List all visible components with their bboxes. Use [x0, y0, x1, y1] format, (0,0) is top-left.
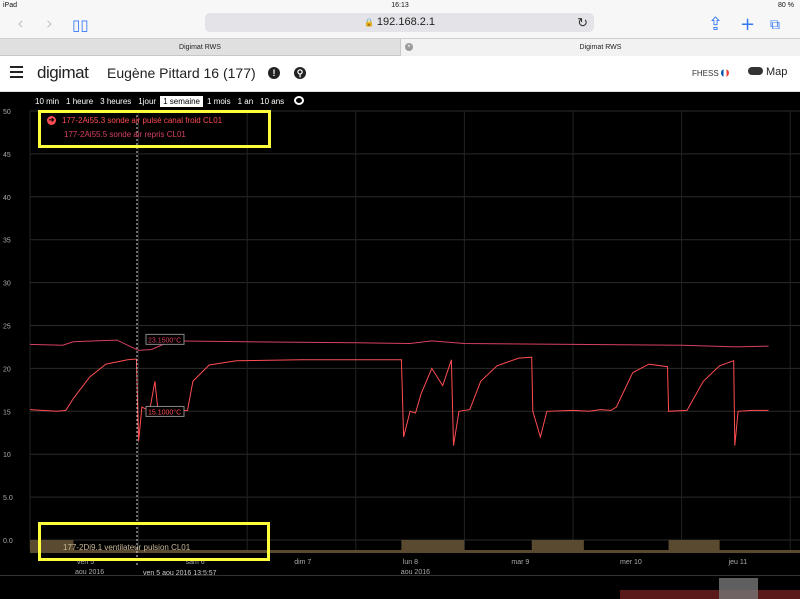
- ios-status-bar: iPad 16:13 80 %: [0, 0, 800, 12]
- y-tick-label: 45: [3, 152, 11, 159]
- alert-icon[interactable]: !: [268, 67, 280, 79]
- tooltip-upper-text: 23.1500°C: [148, 336, 181, 344]
- y-axis: 50 45 40 35 30 25 20 15 10 5.0 0.0: [3, 109, 13, 545]
- fan-on-block: [668, 540, 720, 553]
- range-button[interactable]: 1 semaine: [160, 96, 204, 107]
- y-tick-label: 10: [3, 452, 11, 459]
- range-button[interactable]: 1 heure: [63, 96, 96, 107]
- cloud-icon: [748, 67, 763, 75]
- supply-air-line: [29, 356, 769, 446]
- fan-on-block: [401, 540, 465, 553]
- range-button[interactable]: 3 heures: [97, 96, 134, 107]
- bookmarks-icon[interactable]: ▯▯: [72, 16, 89, 34]
- x-tick-label: dim 7: [294, 559, 311, 566]
- tab-2-label: Digimat RWS: [579, 44, 622, 51]
- legend-series-1[interactable]: 177-2Ai55.3 sonde air pulsé canal froid …: [62, 116, 222, 125]
- close-tab-icon[interactable]: ×: [405, 43, 413, 51]
- french-flag-icon: [720, 69, 729, 77]
- range-selector: 10 min 1 heure 3 heures 1jour 1 semaine 1 moi…: [32, 96, 305, 108]
- user-name: FHESS: [692, 69, 719, 78]
- cursor-group: 23.1500°C15.1000°Cven 5 aou 2016 13:5:57: [136, 111, 217, 577]
- y-tick-label: 35: [3, 238, 11, 245]
- legend-series-3[interactable]: 177-2Di9.1 ventilateur pulsion CL01: [63, 543, 190, 552]
- range-button[interactable]: 10 ans: [257, 96, 287, 107]
- tooltip-upper: 23.1500°C: [145, 333, 185, 345]
- x-tick-label: mer 10: [620, 559, 642, 566]
- app-header: digimat Eugène Pittard 16 (177) ! ⚲ FHES…: [0, 56, 800, 92]
- map-link[interactable]: Map: [748, 66, 787, 78]
- y-tick-label: 30: [3, 281, 11, 288]
- tab-1[interactable]: Digimat RWS: [0, 39, 400, 56]
- back-icon[interactable]: ‹: [17, 14, 24, 34]
- tab-2[interactable]: × Digimat RWS: [400, 39, 800, 56]
- navigator-track[interactable]: [620, 590, 800, 599]
- arrow-right-icon[interactable]: ➔: [47, 116, 56, 125]
- navigator-divider: [0, 575, 800, 576]
- lock-icon: 🔒: [363, 18, 374, 27]
- share-icon[interactable]: ⇪: [708, 14, 723, 35]
- tab-bar: Digimat RWS × Digimat RWS: [0, 38, 800, 56]
- return-air-series: [29, 339, 769, 351]
- digimat-logo: digimat: [37, 63, 89, 82]
- chart-grid: [29, 110, 800, 550]
- fan-on-block: [531, 540, 584, 553]
- range-button[interactable]: 1 an: [235, 96, 257, 107]
- tooltip-lower: 15.1000°C: [145, 405, 185, 417]
- y-tick-label: 5.0: [3, 495, 13, 502]
- address-bar[interactable]: 🔒 192.168.2.1 ↻: [205, 13, 594, 32]
- battery-level: 80 %: [778, 2, 794, 9]
- range-button[interactable]: 1jour: [135, 96, 159, 107]
- forward-icon[interactable]: ›: [46, 14, 53, 34]
- x-tick-label: jeu 11: [728, 559, 748, 566]
- return-air-line: [29, 339, 769, 351]
- range-button[interactable]: 1 mois: [204, 96, 234, 107]
- tooltip-lower-text: 15.1000°C: [148, 408, 181, 416]
- hamburger-menu-icon[interactable]: [10, 66, 23, 78]
- reload-icon[interactable]: ↻: [577, 13, 588, 32]
- y-tick-label: 20: [3, 366, 11, 373]
- y-tick-label: 25: [3, 324, 11, 331]
- x-tick-label: mar 9: [511, 559, 529, 566]
- legend-series-2[interactable]: 177-2Ai55.5 sonde air repris CL01: [64, 130, 186, 139]
- tab-1-label: Digimat RWS: [179, 44, 221, 51]
- user-badge[interactable]: FHESS: [692, 69, 729, 78]
- url-text: 192.168.2.1: [376, 16, 436, 28]
- reset-zoom-icon[interactable]: [294, 96, 305, 105]
- tabs-overview-icon[interactable]: ⧉: [770, 17, 780, 33]
- search-icon[interactable]: ⚲: [294, 67, 306, 79]
- x-tick-label: lun 8: [403, 559, 418, 566]
- y-tick-label: 40: [3, 195, 11, 202]
- legend-highlight-bottom: [38, 522, 270, 561]
- y-tick-label: 50: [3, 109, 11, 116]
- y-tick-label: 0.0: [3, 538, 13, 545]
- page-title: Eugène Pittard 16 (177): [107, 65, 256, 81]
- new-tab-icon[interactable]: +: [740, 14, 755, 35]
- range-button[interactable]: 10 min: [32, 96, 62, 107]
- navigator-thumb[interactable]: [719, 578, 758, 599]
- supply-air-series: [29, 356, 769, 446]
- clock: 16:13: [391, 2, 409, 9]
- y-tick-label: 15: [3, 409, 11, 416]
- safari-toolbar: ‹ › ▯▯ 🔒 192.168.2.1 ↻ ⇪ + ⧉: [0, 12, 800, 38]
- map-label: Map: [766, 66, 788, 78]
